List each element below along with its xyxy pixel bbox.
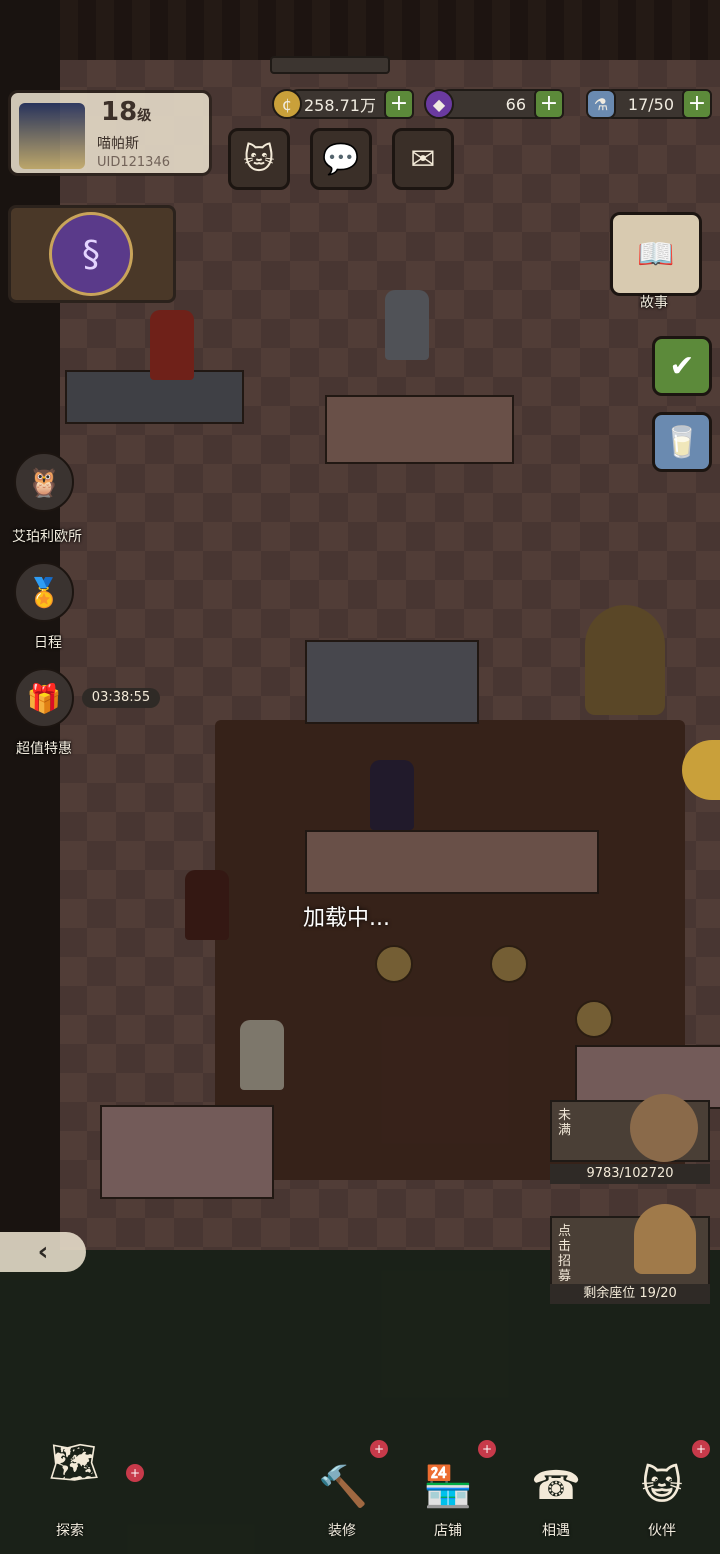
agency-button[interactable]: 🦉 — [14, 452, 74, 512]
explore-label: 探索 — [56, 1523, 84, 1539]
chevron-left-icon: ‹ — [37, 1237, 49, 1267]
bell-icon — [634, 1204, 696, 1274]
loading-text: 加载中... — [303, 906, 390, 931]
drink-button[interactable]: 🥛 — [652, 412, 712, 472]
map-icon: 🗺 — [48, 1439, 100, 1486]
player-name: 喵帕斯 — [97, 136, 139, 152]
check-icon: ✔ — [669, 348, 695, 384]
gem-value: 66 — [505, 94, 526, 114]
stamina-counter: ⚗ 17/50 + — [586, 89, 712, 119]
chat-icon: 💬 — [322, 141, 360, 177]
add-gem-button[interactable]: + — [534, 89, 564, 119]
gold-value: 258.71万 — [304, 96, 376, 115]
encounter-button[interactable]: ☎ — [518, 1448, 594, 1524]
status-label: 未满 — [558, 1108, 572, 1138]
cat-icon: 🐱 — [243, 141, 275, 177]
partner-label: 伙伴 — [648, 1523, 676, 1539]
player-uid: UID121346 — [97, 155, 170, 170]
shop-button[interactable]: 🏪 — [410, 1448, 486, 1524]
top-progress-bar — [270, 56, 390, 74]
medal-icon: 🏅 — [26, 575, 62, 609]
owl-icon: 🦉 — [26, 465, 62, 499]
income-progress: 9783/102720 — [550, 1164, 710, 1184]
hammer-icon: 🔨 — [318, 1463, 368, 1510]
cats-button[interactable]: 🐱 — [228, 128, 290, 190]
notification-dot: + — [370, 1440, 388, 1458]
player-card[interactable]: 18级 喵帕斯 UID121346 — [8, 90, 212, 176]
collapse-arrow-button[interactable]: ‹ — [0, 1232, 86, 1272]
book-icon: 📖 — [637, 236, 675, 272]
notification-dot: + — [478, 1440, 496, 1458]
seats-remaining: 剩余座位 19/20 — [550, 1284, 710, 1304]
gold-counter: ¢ 258.71万 + — [272, 89, 414, 119]
mail-button[interactable]: ✉ — [392, 128, 454, 190]
gift-icon: 🎁 — [26, 681, 62, 715]
phone-icon: ☎ — [531, 1463, 581, 1509]
gem-counter: ◆ 66 + — [424, 89, 564, 119]
decorate-button[interactable]: 🔨 — [305, 1448, 381, 1524]
coin-icon: ¢ — [272, 89, 302, 119]
store-icon: 🏪 — [423, 1463, 473, 1510]
deal-button[interactable]: 🎁 — [14, 668, 74, 728]
partner-button[interactable]: 😺 — [624, 1448, 700, 1524]
encounter-label: 相遇 — [542, 1523, 570, 1539]
story-button[interactable]: 📖 — [610, 212, 702, 296]
add-gold-button[interactable]: + — [384, 89, 414, 119]
deal-label: 超值特惠 — [16, 741, 72, 757]
piggy-bank-icon — [630, 1094, 698, 1162]
level-unit: 级 — [137, 108, 152, 124]
cat-card-icon: 😺 — [641, 1463, 683, 1509]
notification-dot: + — [126, 1464, 144, 1482]
decorate-label: 装修 — [328, 1523, 356, 1539]
task-check-button[interactable]: ✔ — [652, 336, 712, 396]
cup-icon: 🥛 — [663, 424, 701, 460]
chat-button[interactable]: 💬 — [310, 128, 372, 190]
schedule-label: 日程 — [34, 635, 62, 651]
avatar[interactable] — [19, 103, 85, 169]
income-panel[interactable]: 未满 — [550, 1094, 710, 1162]
rank-badge-panel[interactable]: § — [8, 205, 176, 303]
notification-dot: + — [692, 1440, 710, 1458]
rank-emblem-icon: § — [49, 212, 133, 296]
gem-icon: ◆ — [424, 89, 454, 119]
shop-label: 店铺 — [434, 1523, 462, 1539]
schedule-button[interactable]: 🏅 — [14, 562, 74, 622]
mail-icon: ✉ — [410, 141, 436, 177]
potion-icon: ⚗ — [586, 89, 616, 119]
recruit-panel[interactable]: 点击招募 — [550, 1204, 710, 1286]
recruit-label: 点击招募 — [558, 1224, 572, 1284]
agency-label: 艾珀利欧所 — [12, 529, 82, 545]
story-label: 故事 — [640, 295, 668, 311]
player-level: 18 — [101, 97, 138, 127]
explore-button[interactable]: 🗺 — [24, 1412, 124, 1512]
add-stamina-button[interactable]: + — [682, 89, 712, 119]
deal-timer: 03:38:55 — [82, 688, 160, 708]
stamina-value: 17/50 — [627, 94, 674, 114]
